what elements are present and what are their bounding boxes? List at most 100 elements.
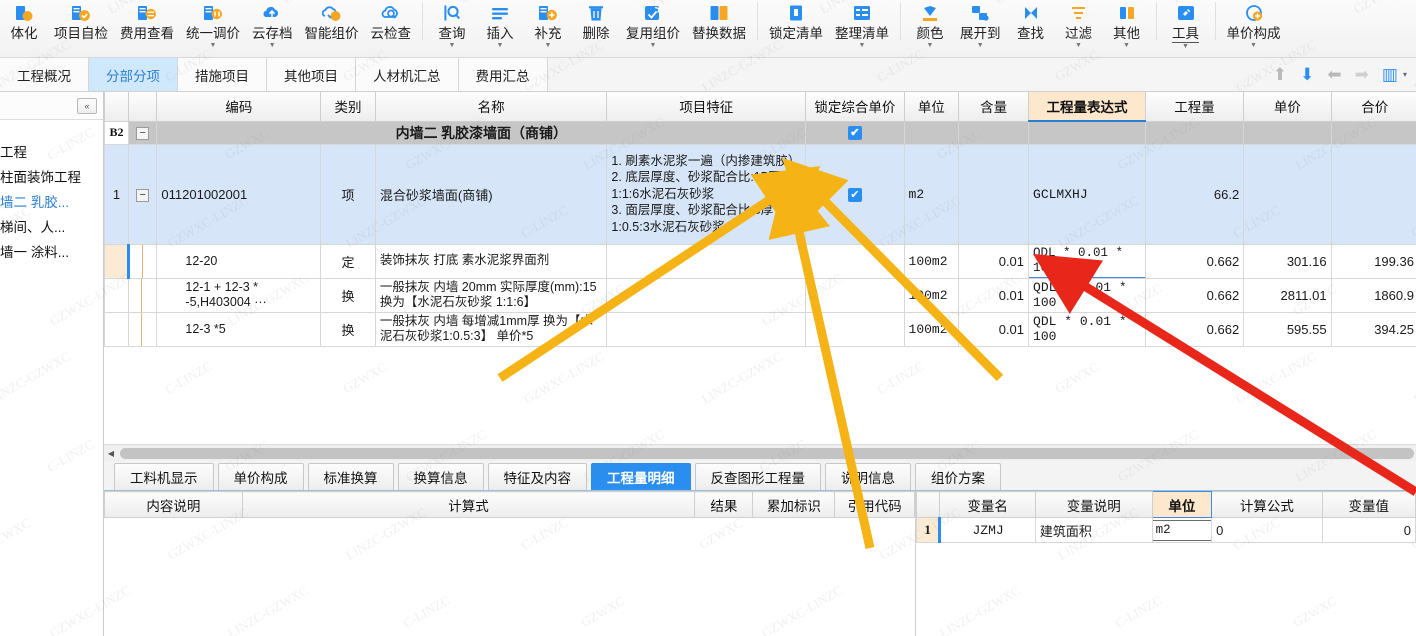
sub-lock-cell[interactable]: [805, 243, 905, 279]
chevron-down-icon[interactable]: ▼: [210, 42, 217, 51]
tab-1[interactable]: 分部分项: [89, 58, 178, 91]
boq-grid-container[interactable]: 编码类别名称项目特征锁定综合单价单位含量工程量表达式工程量单价合价综合单价 B2…: [104, 92, 1416, 444]
chevron-down-icon[interactable]: ▼: [497, 42, 504, 51]
chevron-down-icon[interactable]: ▼: [927, 42, 934, 51]
sub-category[interactable]: 换: [320, 311, 376, 347]
scrollbar-thumb[interactable]: [120, 447, 1414, 459]
grid-col-header-8[interactable]: 含量: [958, 92, 1030, 122]
variable-description[interactable]: 建筑面积: [1034, 517, 1153, 543]
sub-lock-cell[interactable]: [805, 311, 905, 347]
grid-col-header-4[interactable]: 名称: [374, 92, 608, 122]
sub-quantity[interactable]: 0.662: [1144, 277, 1245, 313]
detail-col-header-2[interactable]: 结果: [694, 491, 754, 518]
variable-col-header-5[interactable]: 变量值: [1321, 491, 1416, 518]
toolbar-button-fee-view[interactable]: 费用查看: [114, 0, 180, 51]
sub-lock-cell[interactable]: [805, 277, 905, 313]
tab-5[interactable]: 费用汇总: [458, 58, 548, 91]
grid-col-header-12[interactable]: 合价: [1330, 92, 1416, 122]
item-unit[interactable]: m2: [903, 143, 960, 245]
grid-col-header-10[interactable]: 工程量: [1144, 92, 1245, 122]
toolbar-button-lock-list[interactable]: 锁定清单: [763, 0, 829, 51]
chevron-down-icon[interactable]: ▼: [650, 42, 657, 51]
toolbar-button-cloud-archive[interactable]: 云存档 ▼: [246, 0, 299, 51]
item-feature[interactable]: 1. 刷素水泥浆一遍（内掺建筑胶） 2. 底层厚度、砂浆配合比:15厚1:1:6…: [606, 143, 807, 245]
sub-name[interactable]: 装饰抹灰 打底 素水泥浆界面剂: [374, 243, 608, 279]
variable-row[interactable]: 1 JZMJ 建筑面积 m2 0 0: [915, 517, 1416, 543]
lock-unit-price-checkbox[interactable]: ✔: [805, 120, 905, 145]
detail-tab-0[interactable]: 工料机显示: [114, 463, 214, 490]
toolbar-button-insert[interactable]: 插入 ▼: [476, 0, 524, 51]
checkbox-checked-icon[interactable]: ✔: [847, 126, 862, 140]
sub-unit-price[interactable]: 595.55: [1243, 311, 1332, 347]
item-unit-price[interactable]: [1243, 143, 1332, 245]
grid-col-header-5[interactable]: 项目特征: [606, 92, 807, 122]
sub-unit-price[interactable]: 2811.01: [1243, 277, 1332, 313]
tab-4[interactable]: 人材机汇总: [356, 58, 459, 91]
lock-unit-price-checkbox[interactable]: ✔: [805, 143, 905, 245]
tab-2[interactable]: 措施项目: [178, 58, 267, 91]
item-name[interactable]: 混合砂浆墙面(商铺): [374, 143, 608, 245]
chevron-down-icon[interactable]: ▼: [449, 42, 456, 51]
toolbar-button-supplement[interactable]: 补充 ▼: [524, 0, 572, 51]
toolbar-button-cloud-check[interactable]: 云检查: [365, 0, 418, 51]
expander-icon[interactable]: −: [136, 189, 150, 202]
toolbar-button-partial-label[interactable]: 体化: [0, 0, 48, 51]
toolbar-button-expand-to[interactable]: 展开到 ▼: [954, 0, 1007, 51]
detail-col-header-0[interactable]: 内容说明: [104, 491, 243, 518]
sub-category[interactable]: 定: [320, 243, 376, 279]
sub-total-price[interactable]: 199.36: [1330, 243, 1416, 279]
toolbar-button-other[interactable]: 其他 ▼: [1103, 0, 1151, 51]
collapse-sidebar-button[interactable]: «: [77, 97, 97, 114]
grid-col-header-6[interactable]: 锁定综合单价: [805, 92, 905, 122]
sub-quantity-expression[interactable]: QDL * 0.01 * 100: [1028, 243, 1146, 279]
table-row[interactable]: 1−011201002001 项混合砂浆墙面(商铺) 1. 刷素水泥浆一遍（内掺建筑…: [104, 143, 1416, 245]
grid-col-header-11[interactable]: 单价: [1243, 92, 1332, 122]
sub-quantity-expression[interactable]: QDL * 0.01 * 100: [1028, 277, 1146, 313]
variable-col-header-2[interactable]: 变量说明: [1034, 491, 1153, 518]
move-down-arrow[interactable]: ⬇: [1300, 66, 1314, 83]
column-settings-icon[interactable]: ▥: [1382, 66, 1398, 83]
toolbar-button-replace-data[interactable]: 替换数据: [686, 0, 752, 51]
chevron-down-icon[interactable]: ▼: [269, 42, 276, 51]
checkbox-checked-icon[interactable]: ✔: [847, 188, 862, 203]
sidebar-item-1[interactable]: 工程: [0, 138, 103, 163]
item-quantity-expression[interactable]: GCLMXHJ: [1028, 143, 1146, 245]
sub-feature[interactable]: [606, 311, 807, 347]
grid-col-header-2[interactable]: 编码: [156, 92, 322, 122]
focused-cell-editor[interactable]: QDL * 0.01 * 100: [1029, 245, 1145, 277]
chevron-down-icon[interactable]: ▼: [1075, 42, 1082, 51]
table-row[interactable]: 12-1 + 12-3 * -5,H403004 ··· 换一般抹灰 内墙 20m…: [104, 277, 1416, 313]
item-category[interactable]: 项: [320, 143, 376, 245]
sub-unit[interactable]: 100m2: [903, 243, 960, 279]
group-expander[interactable]: −: [128, 120, 158, 145]
variable-formula[interactable]: 0: [1211, 517, 1323, 543]
variable-value[interactable]: 0: [1321, 517, 1416, 543]
variable-name[interactable]: JZMJ: [938, 517, 1036, 543]
chevron-down-icon[interactable]: ▼: [1123, 42, 1130, 51]
variable-col-header-1[interactable]: 变量名: [939, 491, 1036, 518]
toolbar-button-smart-pricing[interactable]: 智能组价: [299, 0, 365, 51]
sub-quantity[interactable]: 0.662: [1144, 311, 1245, 347]
toolbar-button-filter[interactable]: 过滤 ▼: [1055, 0, 1103, 51]
chevron-down-icon[interactable]: ▼: [977, 42, 984, 51]
variable-unit-input[interactable]: m2: [1151, 519, 1213, 541]
chevron-down-icon[interactable]: ▼: [545, 42, 552, 51]
toolbar-button-project-selfcheck[interactable]: 项目自检: [48, 0, 114, 51]
sub-unit-price[interactable]: 301.16: [1243, 243, 1332, 279]
item-quantity[interactable]: 66.2: [1144, 143, 1245, 245]
sub-code[interactable]: 12-3 *5: [156, 311, 322, 347]
toolbar-button-unified-price-adjust[interactable]: 统一调价 ▼: [180, 0, 246, 51]
detail-tab-1[interactable]: 单价构成: [217, 463, 304, 490]
grid-col-header-1[interactable]: [128, 92, 158, 122]
tab-3[interactable]: 其他项目: [267, 58, 356, 91]
toolbar-button-tools[interactable]: 工具 ▼: [1162, 0, 1210, 52]
detail-tab-5[interactable]: 工程量明细: [591, 463, 691, 490]
table-row[interactable]: 12-20 定装饰抹灰 打底 素水泥浆界面剂 100m2 0.01 QDL * 0.01…: [104, 243, 1416, 279]
grid-col-header-9[interactable]: 工程量表达式: [1028, 92, 1146, 122]
sub-code[interactable]: 12-20: [156, 243, 322, 279]
item-expander[interactable]: −: [128, 143, 158, 245]
sidebar-item-4[interactable]: 梯间、人...: [0, 213, 103, 238]
sidebar-item-0[interactable]: [0, 120, 103, 138]
grid-col-header-3[interactable]: 类别: [320, 92, 376, 122]
sub-feature[interactable]: [606, 277, 807, 313]
